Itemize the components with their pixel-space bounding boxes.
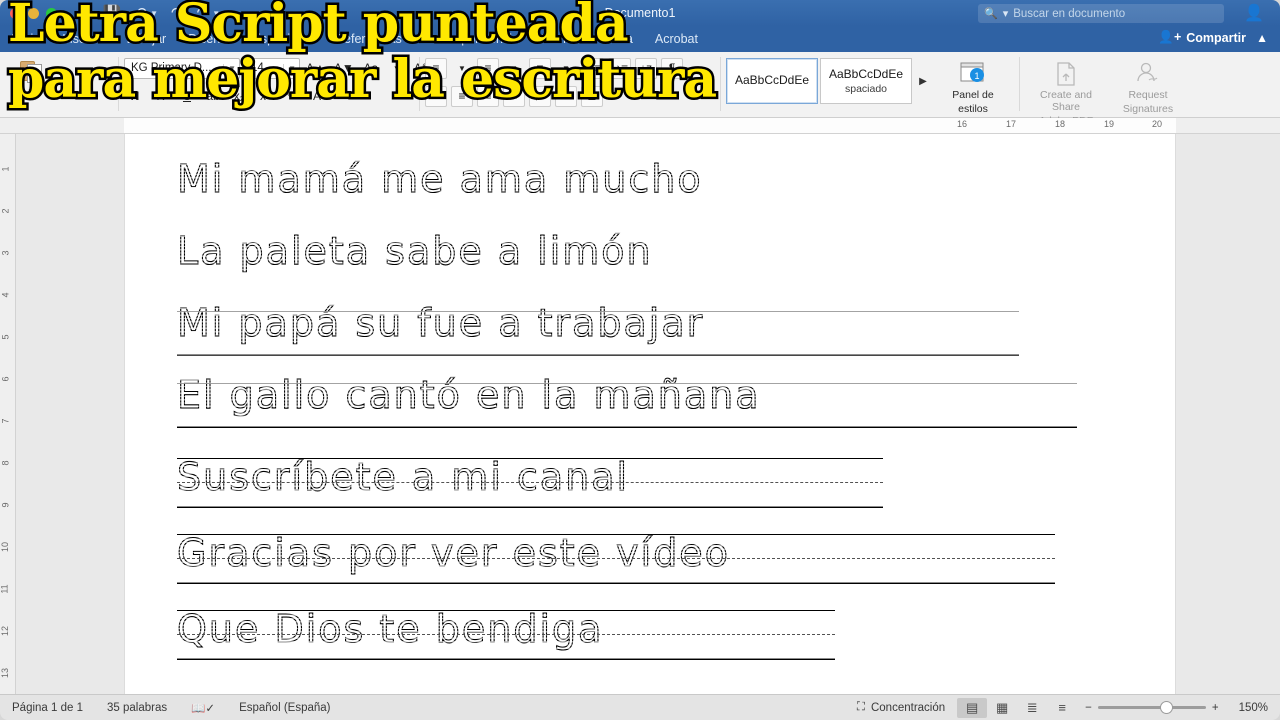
web-layout-view-button[interactable]: ▦ xyxy=(987,698,1017,718)
document-line[interactable]: La paleta sabe a limón xyxy=(176,220,1155,292)
guide-line-bottom xyxy=(177,354,1019,356)
vruler-number: 7 xyxy=(0,418,11,424)
status-bar: Página 1 de 1 35 palabras 📖✓ Español (Es… xyxy=(0,694,1280,720)
hruler-number: 17 xyxy=(1006,119,1017,129)
search-input[interactable]: 🔍 ▾ Buscar en documento xyxy=(978,4,1224,23)
document-line[interactable]: Suscríbete a mi canal xyxy=(176,446,1155,522)
document-line[interactable]: Que Dios te bendiga xyxy=(176,598,1155,674)
share-button[interactable]: 👤+ Compartir xyxy=(1158,30,1246,45)
account-avatar-icon[interactable]: 👤 xyxy=(1242,3,1266,25)
vruler-number: 9 xyxy=(0,502,11,508)
create-share-pdf-icon xyxy=(1057,62,1075,86)
outline-view-button[interactable]: ≣ xyxy=(1017,698,1047,718)
vruler-number: 6 xyxy=(0,376,11,382)
document-line[interactable]: Mi mamá me ama mucho xyxy=(176,148,1155,220)
draft-view-button[interactable]: ≡ xyxy=(1047,698,1077,718)
vruler-number: 3 xyxy=(0,250,11,256)
overlay-line-1: Letra Script punteada xyxy=(6,0,632,54)
document-page[interactable]: Mi mamá me ama mucho La paleta sabe a li… xyxy=(124,134,1176,694)
language-indicator[interactable]: Español (España) xyxy=(227,702,342,714)
document-line[interactable]: El gallo cantó en la mañana xyxy=(176,364,1155,442)
print-layout-view-button[interactable]: ▤ xyxy=(957,697,988,718)
vruler-number: 8 xyxy=(0,460,11,466)
chevron-up-icon[interactable]: ▲ xyxy=(1256,31,1268,45)
document-line-text: Mi papá su fue a trabajar xyxy=(176,300,705,345)
document-body[interactable]: Mi mamá me ama mucho La paleta sabe a li… xyxy=(176,148,1155,674)
page-count[interactable]: Página 1 de 1 xyxy=(0,702,95,714)
vruler-number: 13 xyxy=(0,667,11,679)
search-placeholder: Buscar en documento xyxy=(1013,7,1126,20)
zoom-out-icon[interactable]: − xyxy=(1085,702,1092,714)
vruler-number: 2 xyxy=(0,208,11,214)
document-line-text: Gracias por ver este vídeo xyxy=(176,530,730,575)
document-line-text: Mi mamá me ama mucho xyxy=(176,156,703,201)
vertical-ruler[interactable]: 1 2 3 4 5 6 7 8 9 10 11 12 13 xyxy=(0,134,16,694)
zoom-track[interactable] xyxy=(1097,701,1206,714)
request-signatures-icon xyxy=(1137,62,1158,82)
share-label: Compartir xyxy=(1186,30,1246,45)
svg-text:1: 1 xyxy=(974,71,979,81)
horizontal-ruler[interactable]: 16 17 18 19 20 xyxy=(0,118,1280,134)
ruler-page-span xyxy=(124,118,1176,133)
word-count[interactable]: 35 palabras xyxy=(95,702,179,714)
request-signatures-button[interactable]: Request Signatures xyxy=(1107,58,1189,115)
zoom-slider[interactable]: − + xyxy=(1077,701,1226,714)
document-line-text: La paleta sabe a limón xyxy=(176,228,653,273)
hruler-number: 20 xyxy=(1152,119,1163,129)
focus-mode-button[interactable]: ⛶ Concentración xyxy=(845,701,957,714)
vruler-number: 1 xyxy=(0,166,11,172)
search-icon: 🔍 xyxy=(984,8,998,20)
work-area: 16 17 18 19 20 1 2 3 4 5 6 7 8 9 10 11 1… xyxy=(0,118,1280,694)
focus-mode-icon: ⛶ xyxy=(856,701,865,713)
zoom-level[interactable]: 150% xyxy=(1227,702,1280,714)
status-right-group: ⛶ Concentración ▤ ▦ ≣ ≡ − + 150% xyxy=(845,697,1280,718)
search-dropdown-icon[interactable]: ▾ xyxy=(1003,7,1009,20)
guide-line-bottom xyxy=(177,426,1077,428)
vruler-number: 10 xyxy=(0,541,11,553)
vruler-number: 4 xyxy=(0,292,11,298)
overlay-line-2: para mejorar la escritura xyxy=(6,49,720,110)
word-window: ▲ 💾 ↶ ▼ ↷ ↷ ▼ Documento1 🔍 ▾ Buscar en d… xyxy=(0,0,1280,720)
focus-mode-label: Concentración xyxy=(870,701,946,714)
vruler-number: 12 xyxy=(0,625,11,637)
hruler-number: 18 xyxy=(1055,119,1066,129)
hruler-number: 19 xyxy=(1104,119,1115,129)
zoom-in-icon[interactable]: + xyxy=(1212,702,1219,714)
vruler-number: 5 xyxy=(0,334,11,340)
document-line-text: El gallo cantó en la mañana xyxy=(176,372,761,417)
acrobat-group: Create and Share Adobe PDF Request Signa… xyxy=(1020,52,1194,127)
create-share-pdf-label-1: Create and Share xyxy=(1040,89,1092,114)
hruler-number: 16 xyxy=(957,119,968,129)
create-share-pdf-button[interactable]: Create and Share Adobe PDF xyxy=(1025,58,1107,127)
video-title-overlay: Letra Script punteada para mejorar la es… xyxy=(6,0,968,110)
document-line-text: Suscríbete a mi canal xyxy=(176,454,630,499)
share-person-icon: 👤+ xyxy=(1158,30,1182,44)
document-line-text: Que Dios te bendiga xyxy=(176,606,604,651)
request-signatures-label-2: Signatures xyxy=(1122,103,1174,116)
vruler-number: 11 xyxy=(0,584,10,594)
document-line[interactable]: Mi papá su fue a trabajar xyxy=(176,292,1155,364)
proofing-icon[interactable]: 📖✓ xyxy=(179,701,227,715)
zoom-knob[interactable] xyxy=(1159,701,1173,714)
request-signatures-label-1: Request xyxy=(1128,89,1168,101)
document-line[interactable]: Gracias por ver este vídeo xyxy=(176,522,1155,598)
